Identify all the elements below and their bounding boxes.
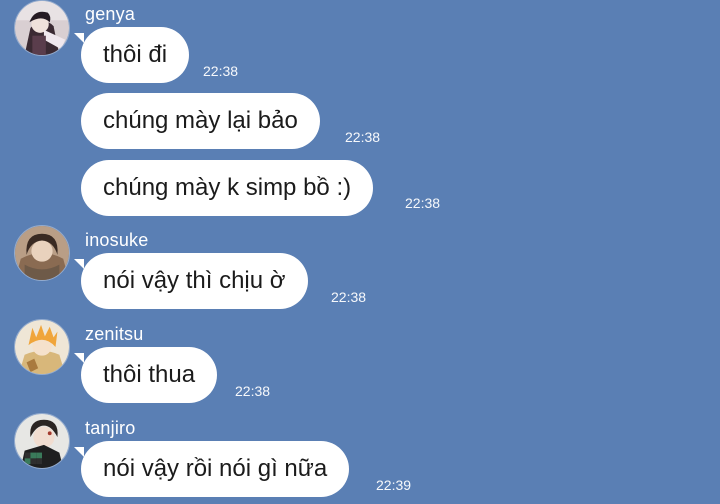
message-timestamp: 22:38 [345,129,381,145]
tanjiro-avatar-icon [15,414,69,468]
avatar-genya[interactable] [14,0,70,56]
message-text: nói vậy rồi nói gì nữa [103,455,328,482]
message-bubble[interactable]: chúng mày lại bảo [81,93,320,149]
bubble-tail [74,33,84,43]
message-text: chúng mày k simp bồ :) [103,174,352,201]
bubble-tail [74,259,84,269]
avatar-inosuke[interactable] [14,225,70,281]
message-bubble[interactable]: thôi thua [74,347,218,403]
message-text: nói vậy thì chịu ờ [103,267,286,294]
message-timestamp: 22:38 [203,63,239,79]
message-timestamp: 22:38 [331,289,367,305]
chat-view: genya thôi đi 22:38 chúng mày lại bảo 22… [0,0,720,504]
message-text: thôi đi [103,41,168,68]
message-bubble[interactable]: thôi đi [74,27,190,83]
bubble-tail [74,447,84,457]
message-timestamp: 22:38 [235,383,271,399]
zenitsu-avatar-icon [15,320,69,374]
message-timestamp: 22:38 [405,195,441,211]
inosuke-avatar-icon [15,226,69,280]
bubble-tail [74,353,84,363]
message-text: thôi thua [103,361,196,388]
message-bubble[interactable]: chúng mày k simp bồ :) [81,160,374,216]
sender-name: tanjiro [85,418,136,438]
sender-name: zenitsu [85,324,144,344]
message-bubble[interactable]: nói vậy rồi nói gì nữa [74,441,350,497]
sender-name: inosuke [85,230,149,250]
avatar-zenitsu[interactable] [14,319,70,375]
genya-avatar-icon [15,1,69,55]
message-bubble[interactable]: nói vậy thì chịu ờ [74,253,308,309]
avatar-tanjiro[interactable] [14,413,70,469]
sender-name: genya [85,4,136,24]
message-timestamp: 22:39 [376,477,412,493]
message-text: chúng mày lại bảo [103,107,298,134]
